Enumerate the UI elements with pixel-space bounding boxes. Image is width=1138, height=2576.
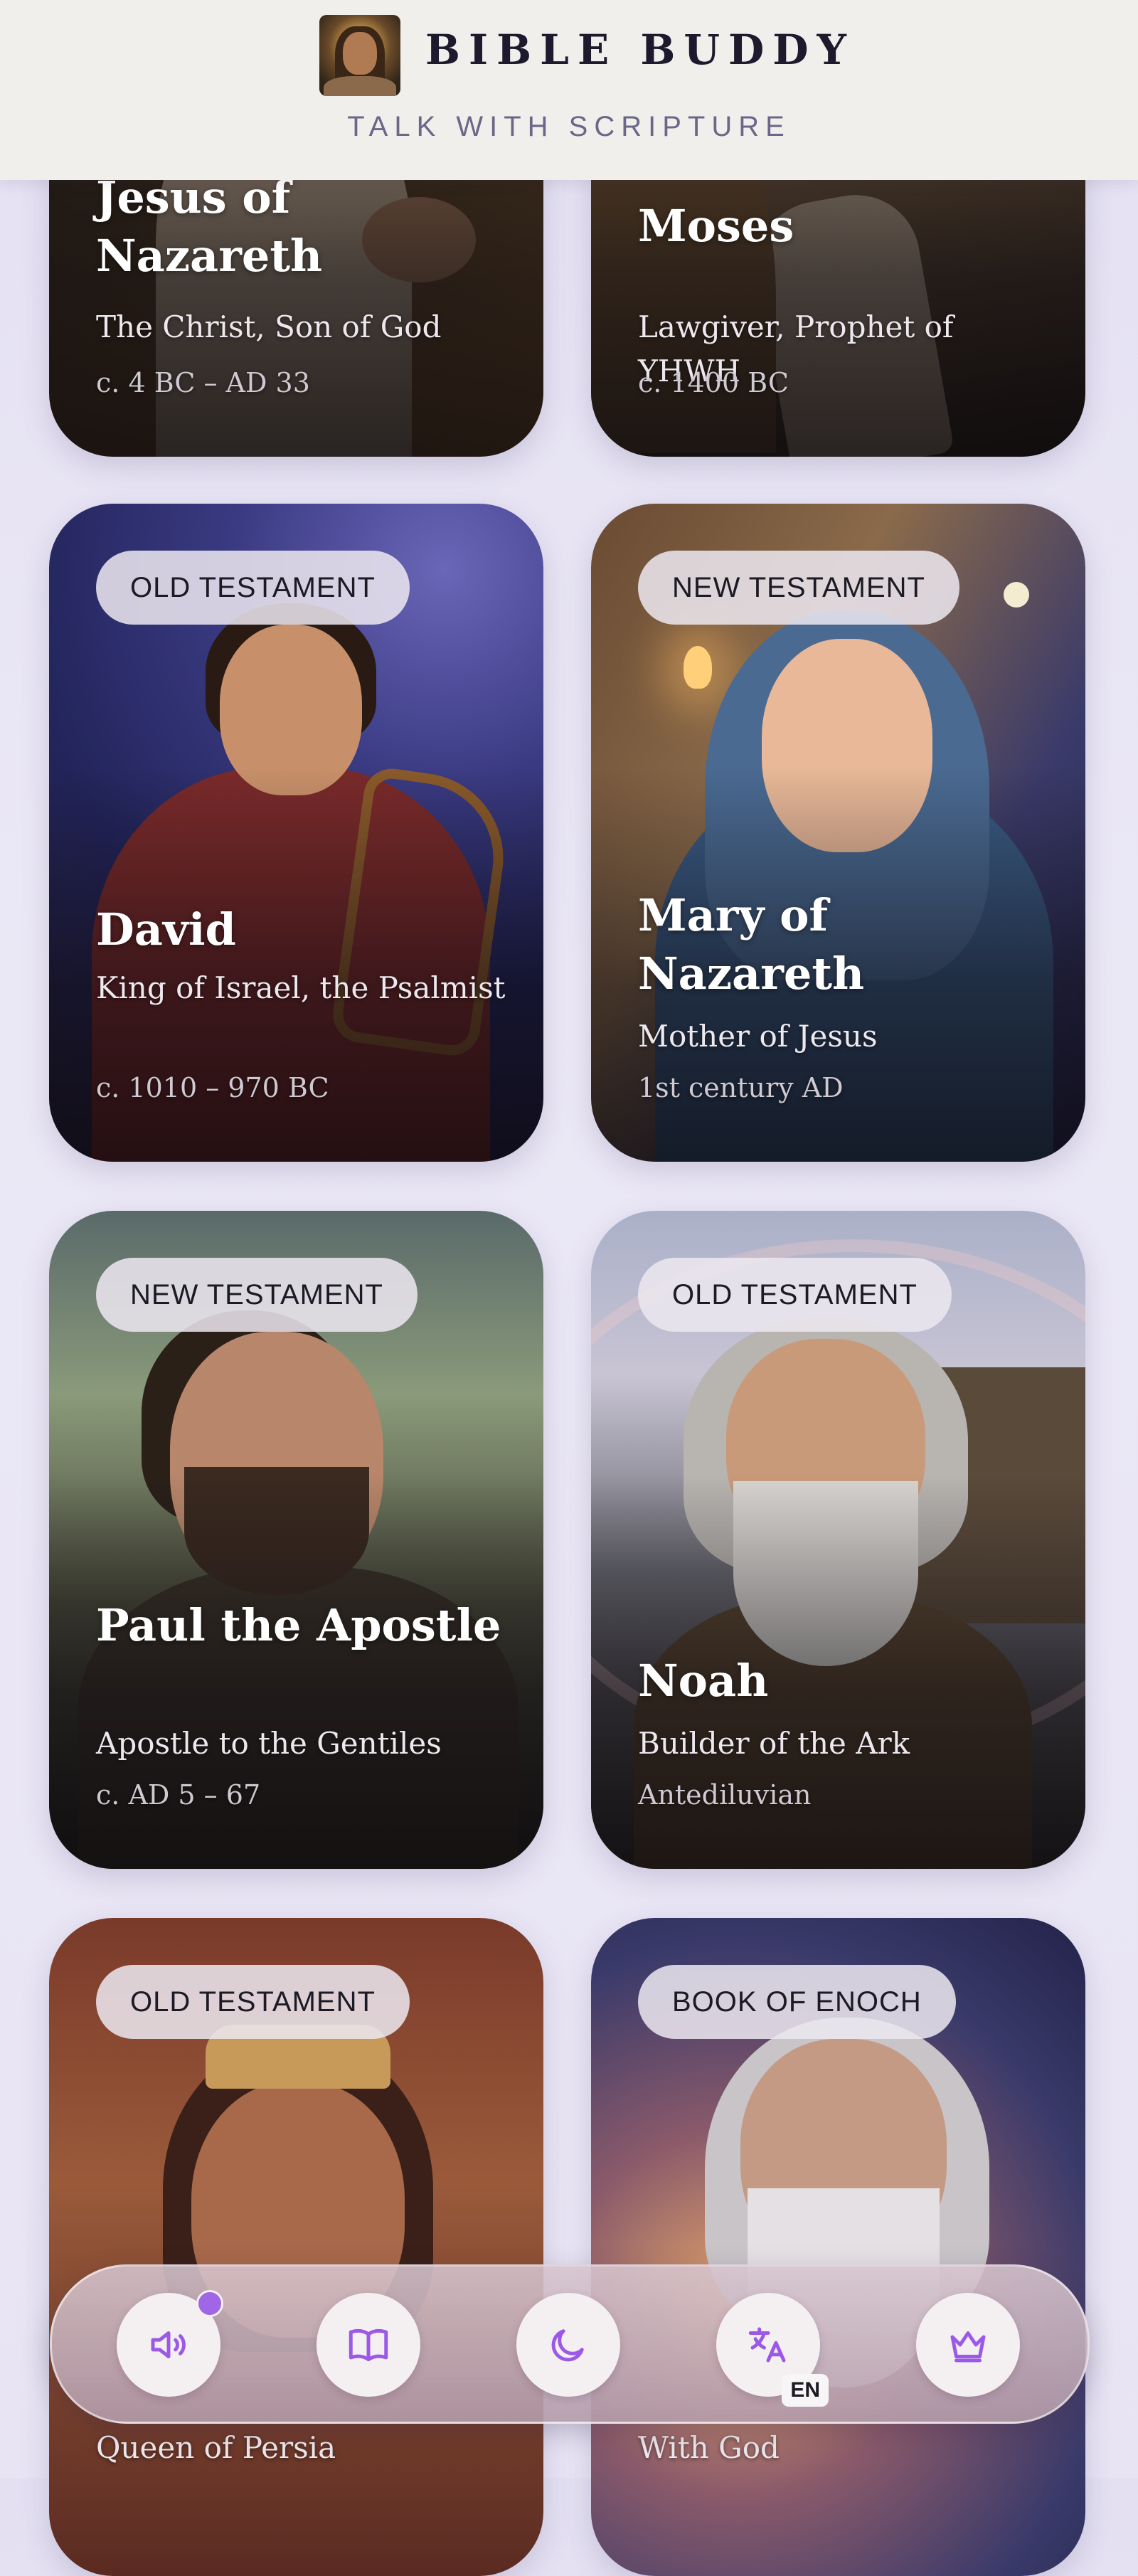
character-role: Queen of Persia — [96, 2430, 336, 2465]
bottom-toolbar: EN — [50, 2264, 1090, 2424]
audio-button[interactable] — [117, 2290, 223, 2397]
character-name: Moses — [638, 200, 794, 252]
character-card-noah[interactable]: OLD TESTAMENT Noah Builder of the Ark An… — [591, 1211, 1085, 1869]
character-role: Builder of the Ark — [638, 1726, 910, 1761]
testament-badge: NEW TESTAMENT — [638, 551, 959, 625]
notification-dot — [196, 2290, 223, 2317]
character-name: Jesus of Nazareth — [96, 171, 323, 282]
character-name: David — [96, 903, 236, 955]
crown-icon — [950, 2331, 986, 2363]
testament-badge: BOOK OF ENOCH — [638, 1965, 956, 2039]
translate-icon — [748, 2327, 786, 2363]
app-title: BIBLE BUDDY — [425, 26, 855, 74]
character-name: Paul the Apostle — [96, 1599, 501, 1651]
character-role: With God — [638, 2430, 780, 2465]
book-icon — [349, 2328, 388, 2362]
character-card-esther[interactable]: OLD TESTAMENT Queen of Persia — [49, 1918, 543, 2576]
character-era: Antediluvian — [638, 1779, 812, 1811]
testament-badge: NEW TESTAMENT — [96, 1258, 418, 1332]
testament-badge: OLD TESTAMENT — [638, 1258, 952, 1332]
character-role: The Christ, Son of God — [96, 309, 442, 344]
character-era: 1st century AD — [638, 1072, 844, 1103]
character-name: Noah — [638, 1655, 769, 1707]
testament-badge: OLD TESTAMENT — [96, 1965, 410, 2039]
character-card-david[interactable]: OLD TESTAMENT David King of Israel, the … — [49, 504, 543, 1162]
character-era: c. 1010 – 970 BC — [96, 1072, 329, 1103]
app-logo-avatar — [319, 15, 400, 96]
dark-mode-button[interactable] — [516, 2293, 620, 2397]
premium-button[interactable] — [916, 2293, 1020, 2397]
app-header: BIBLE BUDDY TALK WITH SCRIPTURE — [0, 0, 1138, 180]
moon-icon — [551, 2329, 584, 2362]
character-era: c. 4 BC – AD 33 — [96, 367, 310, 398]
language-code-tag: EN — [782, 2374, 829, 2407]
character-name: Mary of Nazareth — [638, 889, 865, 1000]
app-subtitle: TALK WITH SCRIPTURE — [347, 111, 791, 142]
speaker-icon — [151, 2331, 186, 2358]
character-role: Mother of Jesus — [638, 1019, 878, 1054]
scripture-button[interactable] — [317, 2293, 420, 2397]
character-card-paul[interactable]: NEW TESTAMENT Paul the Apostle Apostle t… — [49, 1211, 543, 1869]
character-era: c. 1400 BC — [638, 367, 789, 398]
character-role: King of Israel, the Psalmist — [96, 970, 506, 1005]
character-card-enoch[interactable]: BOOK OF ENOCH With God — [591, 1918, 1085, 2576]
testament-badge: OLD TESTAMENT — [96, 551, 410, 625]
language-button[interactable]: EN — [716, 2293, 829, 2407]
character-role: Apostle to the Gentiles — [96, 1726, 442, 1761]
character-card-mary[interactable]: NEW TESTAMENT Mary of Nazareth Mother of… — [591, 504, 1085, 1162]
character-era: c. AD 5 – 67 — [96, 1779, 261, 1811]
